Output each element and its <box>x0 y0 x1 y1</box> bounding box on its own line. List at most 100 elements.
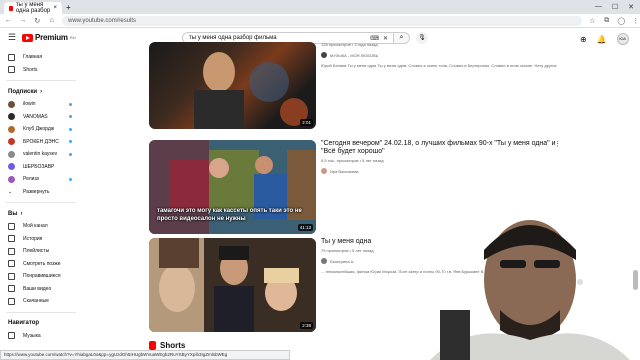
more-options-icon[interactable]: ⋮ <box>554 140 561 148</box>
new-tab-button[interactable]: + <box>66 3 71 12</box>
shorts-label: Shorts <box>160 341 186 350</box>
home-nav-icon[interactable]: ⌂ <box>48 17 57 24</box>
keyboard-icon[interactable]: ⌨ <box>370 35 379 42</box>
sidebar-item-downloads[interactable]: Скачанные <box>0 295 82 308</box>
watch-later-icon <box>8 260 15 268</box>
youtube-logo[interactable]: Premium RU <box>22 33 76 42</box>
channel-avatar <box>321 258 327 264</box>
sidebar-item-subscription[interactable]: VANOMAS <box>0 111 82 124</box>
your-videos-icon <box>8 285 15 293</box>
presenter-image <box>430 220 630 360</box>
search-input[interactable]: ты у меня одна разбор фильма <box>189 35 277 41</box>
channel-row[interactable]: Ира Васильева <box>321 168 561 174</box>
sidebar-item-label: Главная <box>23 54 43 61</box>
sidebar-item-subscription[interactable]: valentin kaysev <box>0 148 82 161</box>
scrollbar-thumb[interactable] <box>633 270 638 290</box>
channel-avatar <box>8 113 15 121</box>
sidebar-item-label: Релизз <box>23 176 39 183</box>
sidebar-item-label: Клуб Джордж <box>23 126 55 133</box>
video-info: "Сегодня вечером" 24.02.18, о лучших фил… <box>321 140 561 174</box>
sidebar-item-home[interactable]: Главная <box>0 51 82 64</box>
forward-icon[interactable]: → <box>19 17 28 24</box>
chevron-down-icon: ⌄ <box>8 188 13 195</box>
create-icon[interactable]: ⊕ <box>580 35 587 44</box>
status-bar-url: https://www.youtube.com/watch?v=YhiabgaL… <box>0 350 290 360</box>
sidebar-item-expand[interactable]: ⌄ Развернуть <box>0 186 82 199</box>
sidebar-item-music[interactable]: Музыка <box>0 330 82 343</box>
sidebar-item-subscription[interactable]: БРОКЕН ДЭНС <box>0 136 82 149</box>
star-icon[interactable]: ☆ <box>588 17 597 25</box>
notifications-icon[interactable]: 🔔 <box>597 35 607 44</box>
sidebar-item-watch-later[interactable]: Смотреть позже <box>0 258 82 271</box>
sidebar-item-subscription[interactable]: ШЕРБОЗАВР <box>0 161 82 174</box>
video-info: 128 просмотров • 3 года назад МУЗЫКА - М… <box>321 42 561 68</box>
section-title: Вы <box>8 210 18 217</box>
video-meta: 5,5 тыс. просмотров • 5 лет назад <box>321 158 384 163</box>
extensions-icon[interactable]: ⧉ <box>603 17 612 25</box>
tab-close-icon[interactable]: × <box>53 5 57 11</box>
logo-country-badge: RU <box>69 35 76 40</box>
search-icon: ⌕ <box>399 34 404 41</box>
sidebar-item-subscription[interactable]: Клуб Джордж <box>0 123 82 136</box>
you-heading[interactable]: Вы › <box>0 207 82 220</box>
browser-tab[interactable]: ты у меня одна разбор × <box>4 2 62 14</box>
sidebar-item-label: Музыка <box>23 332 41 339</box>
sidebar-item-shorts[interactable]: Shorts <box>0 64 82 77</box>
sidebar-item-subscription[interactable]: ilowin <box>0 98 82 111</box>
video-thumbnail[interactable]: 2:01 <box>149 42 316 129</box>
minimize-button[interactable]: — <box>595 3 602 11</box>
sidebar-item-playlists[interactable]: Плейлисты <box>0 245 82 258</box>
new-content-dot <box>69 177 72 181</box>
video-duration: 2:38 <box>300 322 313 329</box>
sidebar-item-liked[interactable]: Понравившиеся <box>0 270 82 283</box>
channel-avatar <box>8 100 15 108</box>
browser-menu-icon[interactable]: ⋮ <box>632 17 640 25</box>
channel-avatar <box>8 138 15 146</box>
maximize-button[interactable]: ☐ <box>612 3 618 11</box>
like-icon <box>8 272 15 280</box>
video-thumbnail[interactable]: 2:38 <box>149 238 316 332</box>
youtube-play-icon <box>22 33 33 42</box>
mic-icon: 🎙 <box>418 35 426 41</box>
channel-name[interactable]: Ира Васильева <box>330 169 359 174</box>
tab-title: ты у меня одна разбор <box>15 2 51 14</box>
channel-row[interactable]: МУЗЫКА - МОЯ ЛЮБОВЬ <box>321 52 561 58</box>
channel-name[interactable]: МУЗЫКА - МОЯ ЛЮБОВЬ <box>330 53 378 58</box>
channel-icon <box>8 222 15 230</box>
sidebar-item-label: VANOMAS <box>23 113 48 120</box>
sidebar-item-your-videos[interactable]: Ваши видео <box>0 283 82 296</box>
new-content-dot <box>69 127 72 131</box>
address-bar: ← → ↻ ⌂ www.youtube.com/results ☆ ⧉ ◯ ⋮ <box>0 14 640 28</box>
chevron-right-icon: › <box>40 88 43 95</box>
sidebar-item-my-channel[interactable]: Мой канал <box>0 220 82 233</box>
browser-tab-bar: ты у меня одна разбор × + — ☐ ✕ <box>0 0 640 14</box>
back-icon[interactable]: ← <box>4 17 13 24</box>
home-icon <box>8 53 15 61</box>
subscriptions-heading[interactable]: Подписки › <box>0 85 82 98</box>
video-title[interactable]: "Сегодня вечером" 24.02.18, о лучших фил… <box>321 140 561 156</box>
sidebar-item-label: Мой канал <box>23 223 48 230</box>
chevron-right-icon: › <box>20 210 23 217</box>
reload-icon[interactable]: ↻ <box>33 17 42 25</box>
shorts-icon <box>149 341 156 350</box>
channel-name[interactable]: Екатерина А. <box>330 259 354 264</box>
sidebar-item-label: ШЕРБОЗАВР <box>23 163 55 170</box>
sidebar-item-subscription[interactable]: Релизз <box>0 173 82 186</box>
avatar[interactable]: ЮА <box>616 33 629 45</box>
hamburger-menu-icon[interactable]: ☰ <box>8 33 18 42</box>
channel-avatar <box>321 168 327 174</box>
shorts-section-heading: Shorts <box>149 341 185 350</box>
clear-search-icon[interactable]: ✕ <box>383 35 388 42</box>
url-field[interactable]: www.youtube.com/results <box>62 15 582 26</box>
video-thumbnail[interactable]: тамагочи это могу как кассеты опять таки… <box>149 140 316 234</box>
sidebar-item-label: История <box>23 235 43 242</box>
sidebar-item-history[interactable]: История <box>0 233 82 246</box>
sidebar-item-label: Shorts <box>23 66 38 73</box>
channel-avatar <box>8 150 15 158</box>
divider <box>6 202 76 203</box>
close-window-button[interactable]: ✕ <box>628 3 634 11</box>
profile-icon[interactable]: ◯ <box>617 17 626 25</box>
channel-avatar <box>8 125 15 133</box>
sidebar-item-label: Смотреть позже <box>23 260 61 267</box>
new-content-dot <box>69 140 72 144</box>
